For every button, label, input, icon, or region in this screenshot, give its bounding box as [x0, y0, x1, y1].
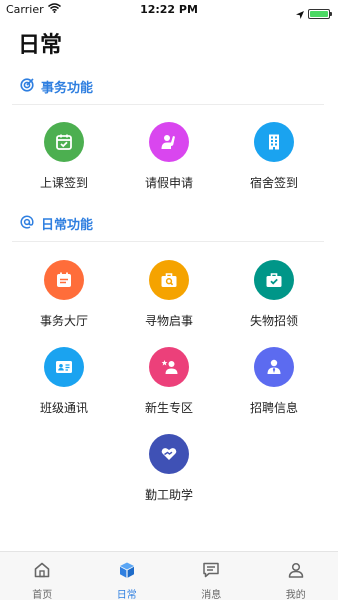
- calendar-check-icon: [44, 122, 84, 162]
- item-label: 宿舍签到: [249, 176, 298, 190]
- battery-level-fill: [310, 10, 328, 17]
- grid-item-leave-request[interactable]: 请假申请: [113, 122, 225, 191]
- battery-icon: [308, 8, 330, 19]
- message-icon: [202, 561, 220, 583]
- tab-label: 首页: [32, 590, 53, 600]
- section-divider: [12, 241, 324, 242]
- person-icon: [287, 561, 305, 583]
- target-icon: [20, 77, 34, 96]
- item-label: 班级通讯: [39, 401, 88, 415]
- section-header-affairs: 事务功能: [20, 77, 93, 96]
- grid-item-lost-found[interactable]: 失物招领: [218, 260, 330, 329]
- person-star-icon: [149, 347, 189, 387]
- person-raise-hand-icon: [149, 122, 189, 162]
- grid-item-recruitment[interactable]: 招聘信息: [218, 347, 330, 416]
- item-label: 勤工助学: [144, 488, 193, 502]
- tab-label: 我的: [285, 590, 306, 600]
- section-title: 日常功能: [41, 218, 94, 233]
- tab-messages[interactable]: 消息: [169, 552, 254, 600]
- section-header-daily: 日常功能: [20, 214, 93, 233]
- grid-item-work-study[interactable]: 勤工助学: [113, 434, 225, 503]
- tab-mine[interactable]: 我的: [254, 552, 338, 600]
- person-tie-icon: [254, 347, 294, 387]
- section-divider: [12, 104, 324, 105]
- tab-label: 消息: [201, 590, 222, 600]
- calendar-list-icon: [44, 260, 84, 300]
- building-icon: [254, 122, 294, 162]
- status-bar: Carrier 12:22 PM: [0, 0, 338, 20]
- briefcase-check-icon: [254, 260, 294, 300]
- home-icon: [33, 561, 51, 583]
- tab-home[interactable]: 首页: [0, 552, 85, 600]
- item-label: 上课签到: [39, 176, 88, 190]
- tab-bar: 首页 日常 消息 我的: [0, 551, 338, 600]
- item-label: 新生专区: [144, 401, 193, 415]
- grid-item-class-checkin[interactable]: 上课签到: [8, 122, 120, 191]
- status-right: [296, 4, 332, 23]
- contact-card-icon: [44, 347, 84, 387]
- section-title: 事务功能: [41, 81, 94, 96]
- grid-item-affairs-hall[interactable]: 事务大厅: [8, 260, 120, 329]
- item-label: 寻物启事: [144, 314, 193, 328]
- at-sign-icon: [20, 214, 34, 233]
- tab-label: 日常: [116, 590, 137, 600]
- page-title: 日常: [18, 33, 63, 58]
- item-label: 请假申请: [144, 176, 193, 190]
- item-label: 失物招领: [249, 314, 298, 328]
- grid-item-freshman-zone[interactable]: 新生专区: [113, 347, 225, 416]
- grid-item-class-contacts[interactable]: 班级通讯: [8, 347, 120, 416]
- grid-item-dorm-checkin[interactable]: 宿舍签到: [218, 122, 330, 191]
- item-label: 招聘信息: [249, 401, 298, 415]
- tab-daily[interactable]: 日常: [85, 552, 170, 600]
- cube-icon: [118, 561, 136, 583]
- hand-heart-icon: [149, 434, 189, 474]
- grid-item-lost-search[interactable]: 寻物启事: [113, 260, 225, 329]
- battery-tip: [330, 11, 332, 16]
- briefcase-search-icon: [149, 260, 189, 300]
- location-icon: [296, 4, 304, 23]
- status-time: 12:22 PM: [140, 3, 198, 16]
- item-label: 事务大厅: [39, 314, 88, 328]
